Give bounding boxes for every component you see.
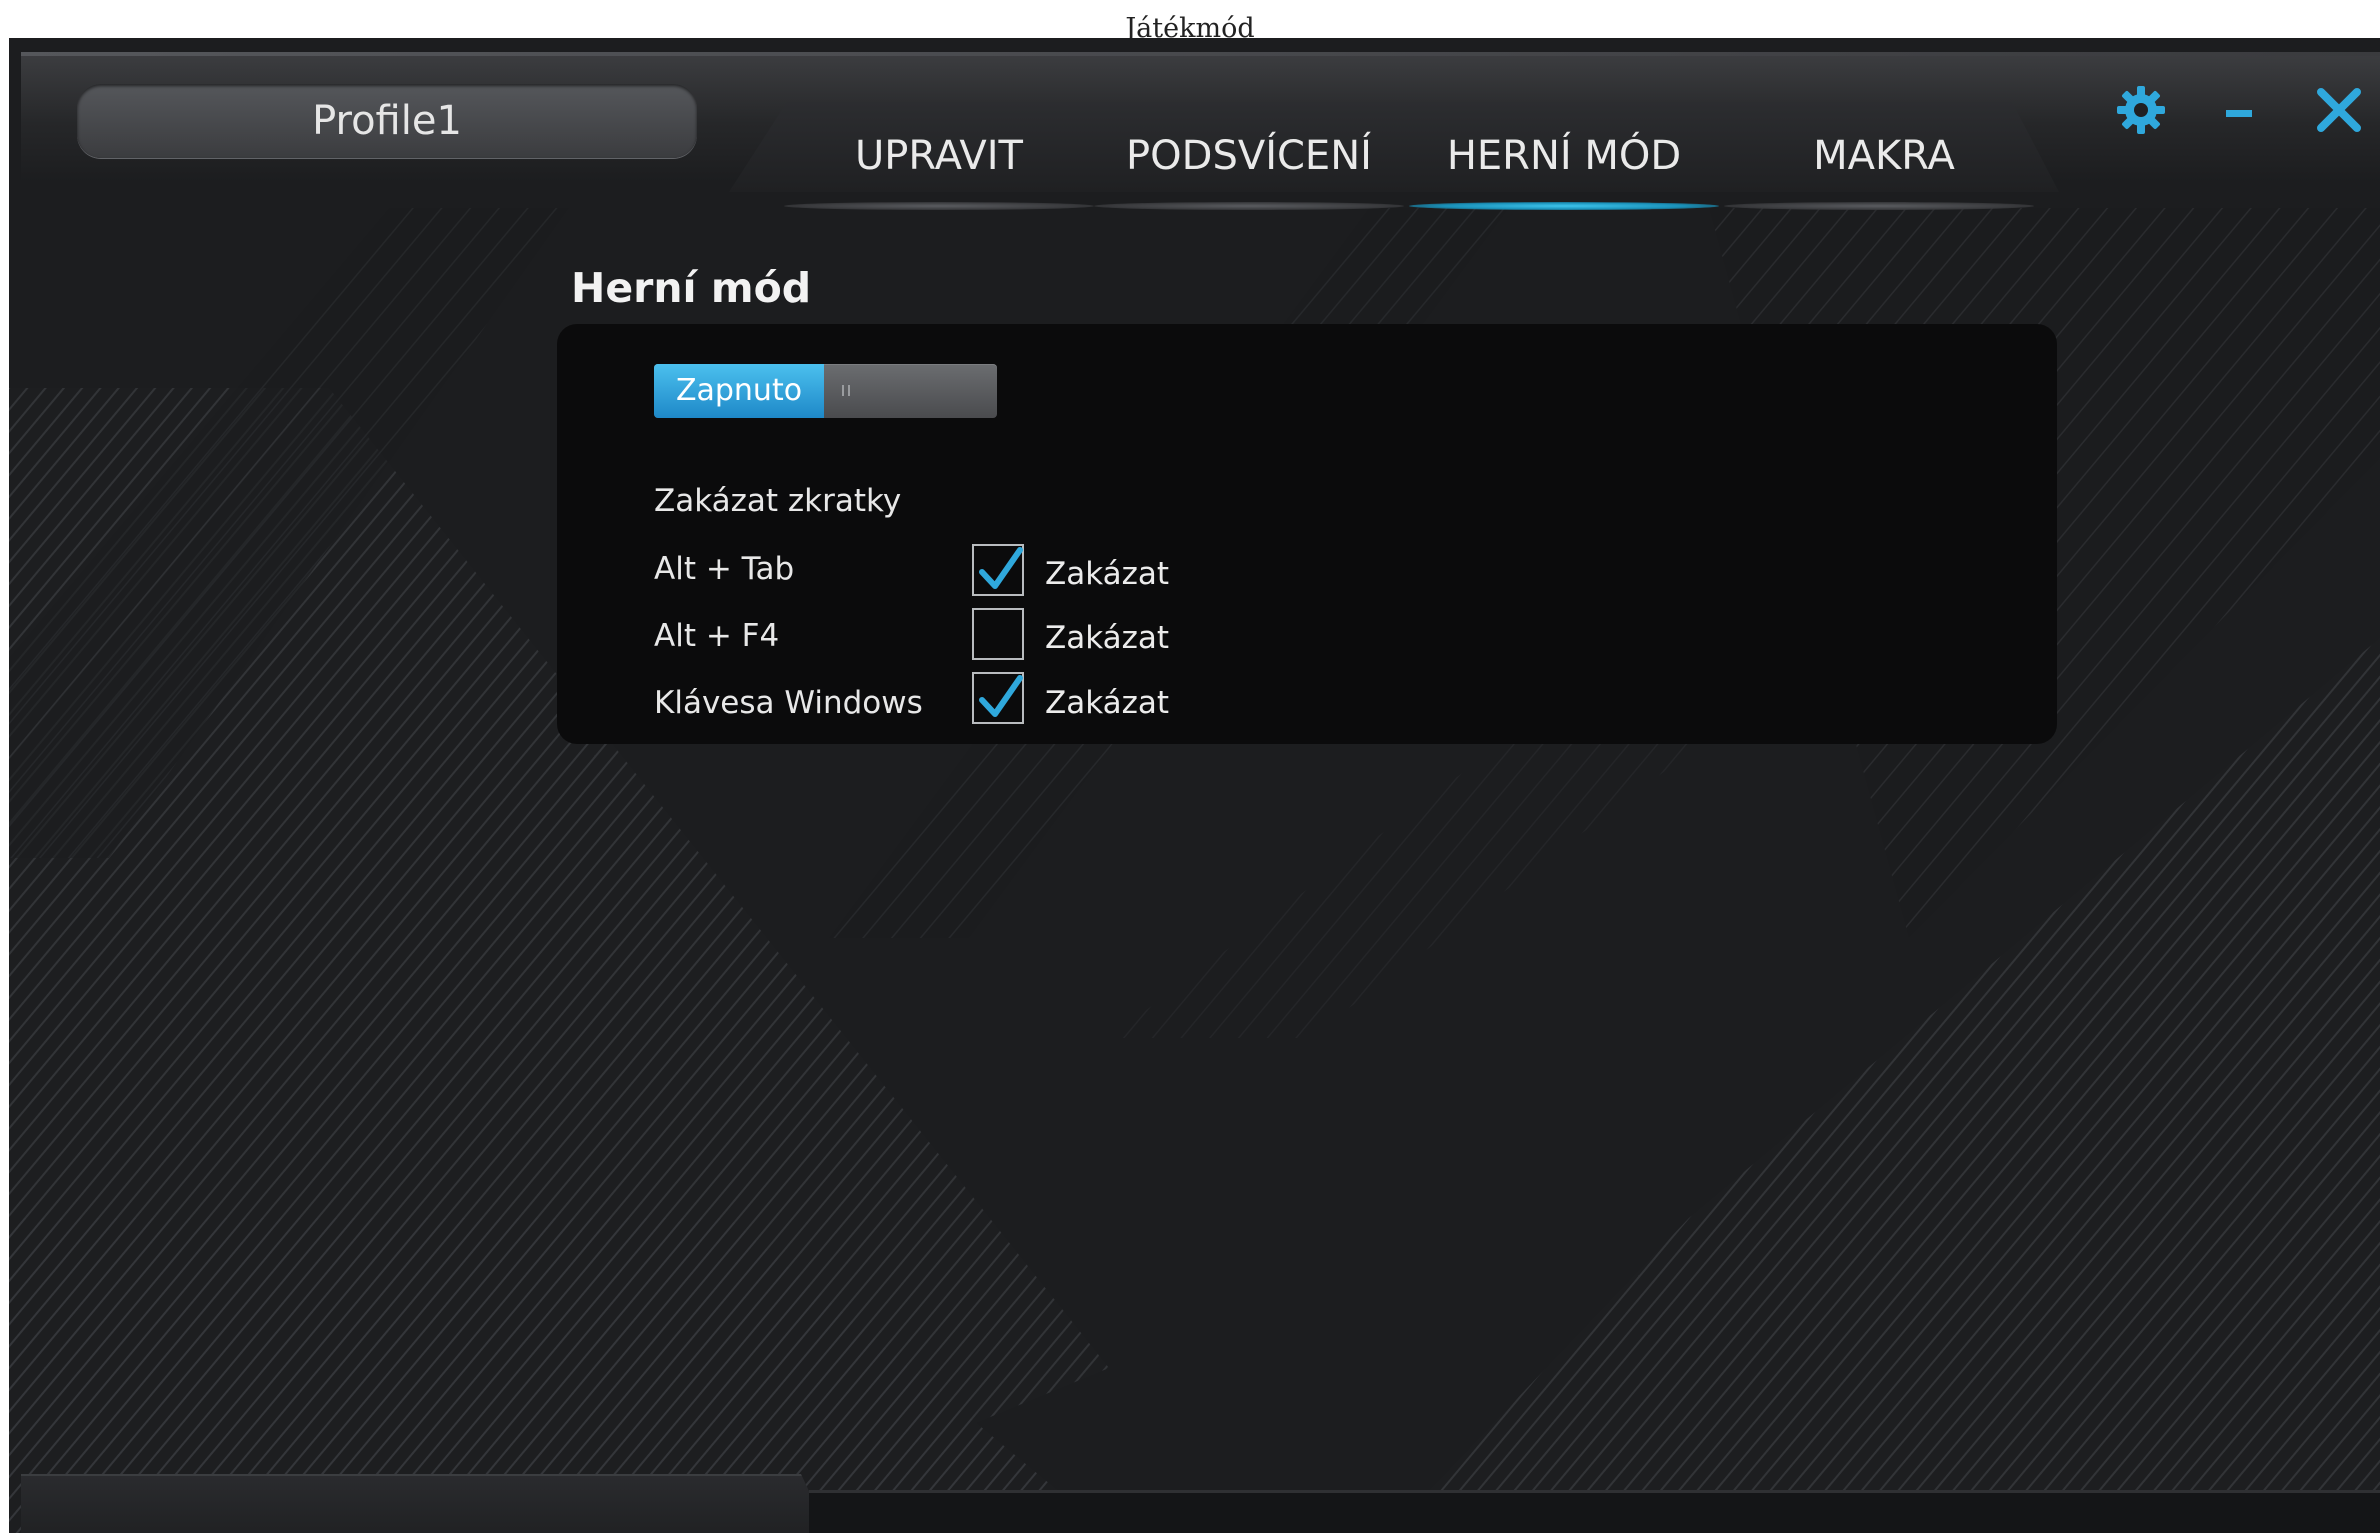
disable-alt-tab-label: Zakázat [1045, 556, 1170, 592]
disable-alt-f4-checkbox[interactable] [972, 608, 1024, 660]
settings-button[interactable] [2105, 80, 2177, 152]
toggle-on-label: Zapnuto [654, 364, 824, 418]
section-title: Herní mód [571, 264, 812, 312]
checkmark-icon [979, 675, 1023, 717]
game-mode-toggle[interactable]: Zapnuto [654, 364, 997, 418]
profile-selector[interactable]: Profile1 [77, 84, 697, 158]
tab-underline-upravit [784, 202, 1094, 210]
toggle-grip-icon [842, 385, 850, 396]
app-window: Profile1 UPRAVIT PODSVÍCENÍ HERNÍ MÓD MA… [9, 38, 2380, 1533]
shortcut-label-alt-f4: Alt + F4 [654, 618, 780, 654]
minimize-button[interactable] [2204, 80, 2276, 152]
gear-icon [2117, 86, 2165, 134]
tab-herni-mod[interactable]: HERNÍ MÓD [1409, 116, 1719, 196]
tab-underline-makra [1724, 202, 2034, 210]
tab-upravit[interactable]: UPRAVIT [799, 116, 1079, 196]
close-icon [2317, 88, 2361, 132]
shortcuts-heading: Zakázat zkratky [654, 483, 902, 519]
shortcut-label-alt-tab: Alt + Tab [654, 551, 795, 587]
tab-underline-podsviceni [1094, 202, 1404, 210]
tab-makra[interactable]: MAKRA [1739, 116, 2029, 196]
disable-windows-key-label: Zakázat [1045, 685, 1170, 721]
footer-tab [21, 1474, 829, 1533]
disable-alt-tab-checkbox[interactable] [972, 544, 1024, 596]
tab-podsviceni[interactable]: PODSVÍCENÍ [1099, 116, 1399, 196]
minimize-icon [2226, 110, 2252, 117]
tab-underline-herni-mod [1409, 202, 1719, 210]
disable-windows-key-checkbox[interactable] [972, 672, 1024, 724]
top-bar-edge [21, 52, 2380, 56]
disable-alt-f4-label: Zakázat [1045, 620, 1170, 656]
shortcut-label-windows-key: Klávesa Windows [654, 685, 923, 721]
background-pattern [9, 38, 2380, 1533]
footer-bar [809, 1493, 2380, 1533]
checkmark-icon [979, 547, 1023, 589]
close-button[interactable] [2303, 80, 2375, 152]
